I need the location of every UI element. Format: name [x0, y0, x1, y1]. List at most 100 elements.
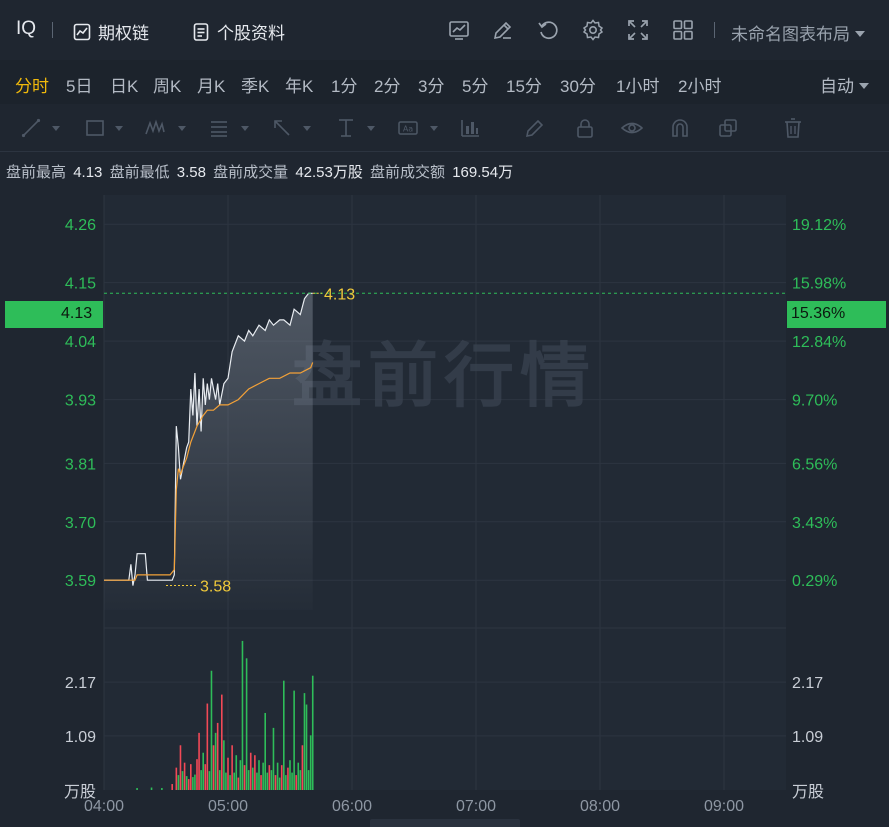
- chevron-down-icon: [859, 82, 869, 89]
- svg-text:Aa: Aa: [403, 125, 413, 134]
- volume-bar: [289, 760, 291, 790]
- refresh-icon[interactable]: [536, 18, 560, 42]
- period-tab-2h[interactable]: 2小时: [678, 72, 721, 97]
- volume-bar: [293, 690, 295, 790]
- volume-bar: [260, 775, 262, 790]
- period-tab-30m[interactable]: 30分: [560, 72, 596, 97]
- volume-bar: [249, 752, 252, 790]
- chevron-down-icon: [303, 126, 311, 131]
- lock-icon[interactable]: [574, 117, 596, 139]
- volume-bar: [283, 680, 285, 790]
- price-axis-label: 4.04: [65, 334, 96, 351]
- divider: [714, 22, 715, 38]
- volume-bar: [262, 762, 264, 790]
- volume-bar: [299, 770, 302, 790]
- indicator-icon[interactable]: [447, 18, 471, 42]
- period-tab-week[interactable]: 周K: [153, 72, 181, 97]
- period-tab-year[interactable]: 年K: [285, 72, 313, 97]
- stock-profile-link[interactable]: 个股资料: [191, 19, 285, 44]
- percent-axis-label: 9.70%: [792, 393, 837, 410]
- scroll-handle[interactable]: [370, 819, 520, 827]
- volume-bar: [194, 774, 196, 790]
- volume-axis-label: 1.09: [792, 729, 823, 746]
- volume-bar: [136, 788, 138, 790]
- volume-bar: [221, 694, 223, 790]
- options-chain-link[interactable]: 期权链: [72, 19, 149, 44]
- price-axis-label: 3.70: [65, 515, 96, 532]
- volume-bar: [223, 740, 225, 790]
- low-marker-label: 3.58: [200, 579, 231, 596]
- period-tab-day[interactable]: 日K: [110, 72, 138, 97]
- time-axis-label: 06:00: [332, 798, 372, 815]
- pencil-icon[interactable]: [524, 117, 546, 139]
- edit-icon[interactable]: [491, 18, 515, 42]
- volume-bar: [307, 770, 310, 790]
- chart-box-icon: [73, 23, 91, 40]
- bars-icon[interactable]: [459, 117, 481, 139]
- volume-bar: [231, 745, 233, 790]
- volume-bar: [175, 767, 178, 790]
- amount-value: 169.54万: [452, 164, 514, 181]
- volume-bar: [291, 772, 293, 790]
- stock-symbol[interactable]: IQ: [16, 18, 36, 40]
- layout-dropdown[interactable]: 未命名图表布局: [731, 20, 865, 45]
- gear-icon[interactable]: [581, 18, 605, 42]
- arrow-icon[interactable]: [271, 117, 293, 139]
- divider: [52, 22, 53, 38]
- wave-icon[interactable]: [144, 117, 166, 139]
- measure-icon[interactable]: [335, 117, 357, 139]
- percent-axis-label: 12.84%: [792, 334, 846, 351]
- volume-bar: [214, 732, 217, 790]
- volume-bar: [190, 764, 192, 790]
- text-box-icon[interactable]: Aa: [397, 117, 419, 139]
- period-tab-1h[interactable]: 1小时: [616, 72, 659, 97]
- trend-line-icon[interactable]: [20, 117, 42, 139]
- volume-bar: [241, 640, 244, 790]
- percent-axis-label: 19.12%: [792, 217, 846, 234]
- period-tab-month[interactable]: 月K: [197, 72, 225, 97]
- copy-icon[interactable]: [717, 117, 739, 139]
- trash-icon[interactable]: [782, 117, 804, 139]
- percent-axis-label: 15.98%: [792, 276, 846, 293]
- magnet-icon[interactable]: [669, 117, 691, 139]
- volume-bar: [268, 765, 271, 790]
- period-tab-1m[interactable]: 1分: [331, 72, 357, 97]
- volume-bar: [287, 767, 289, 790]
- auto-dropdown[interactable]: 自动: [820, 72, 869, 97]
- intraday-chart[interactable]: 盘前行情 4.13 3.58 4.26 4.04 3.93 3.81 3.70 3.59 4.15…: [0, 191, 889, 827]
- fib-icon[interactable]: [208, 117, 230, 139]
- volume-bar: [204, 764, 207, 790]
- chevron-down-icon: [178, 126, 186, 131]
- time-axis-label: 08:00: [580, 798, 620, 815]
- period-tab-5d[interactable]: 5日: [66, 72, 92, 97]
- grid-layout-icon[interactable]: [671, 18, 695, 42]
- period-tab-2m[interactable]: 2分: [374, 72, 400, 97]
- period-tab-3m[interactable]: 3分: [418, 72, 444, 97]
- volume-bar: [309, 735, 312, 790]
- period-tab-5m[interactable]: 5分: [462, 72, 488, 97]
- volume-bar: [150, 787, 153, 790]
- volume-bar: [276, 762, 279, 790]
- volume-bar: [216, 722, 219, 790]
- period-tab-intraday[interactable]: 分时: [15, 72, 49, 97]
- volume-bar: [181, 771, 184, 790]
- volume-value: 42.53万股: [295, 164, 363, 181]
- fullscreen-icon[interactable]: [626, 18, 650, 42]
- watermark-text: 盘前行情: [292, 335, 596, 417]
- period-tab-quarter[interactable]: 季K: [241, 72, 269, 97]
- volume-bar: [185, 776, 188, 790]
- volume-bar: [305, 704, 308, 790]
- rectangle-icon[interactable]: [84, 117, 106, 139]
- price-axis-label: 3.59: [65, 573, 96, 590]
- eye-icon[interactable]: [620, 117, 644, 139]
- volume-bar: [179, 745, 182, 790]
- percent-axis-label: 6.56%: [792, 456, 837, 473]
- volume-bar: [270, 770, 273, 790]
- volume-axis-label: 2.17: [65, 675, 96, 692]
- volume-bar: [254, 755, 256, 790]
- period-tab-15m[interactable]: 15分: [506, 72, 542, 97]
- chevron-down-icon: [430, 126, 438, 131]
- volume-bar: [278, 777, 281, 790]
- volume-bar: [237, 777, 240, 790]
- chevron-down-icon: [241, 126, 249, 131]
